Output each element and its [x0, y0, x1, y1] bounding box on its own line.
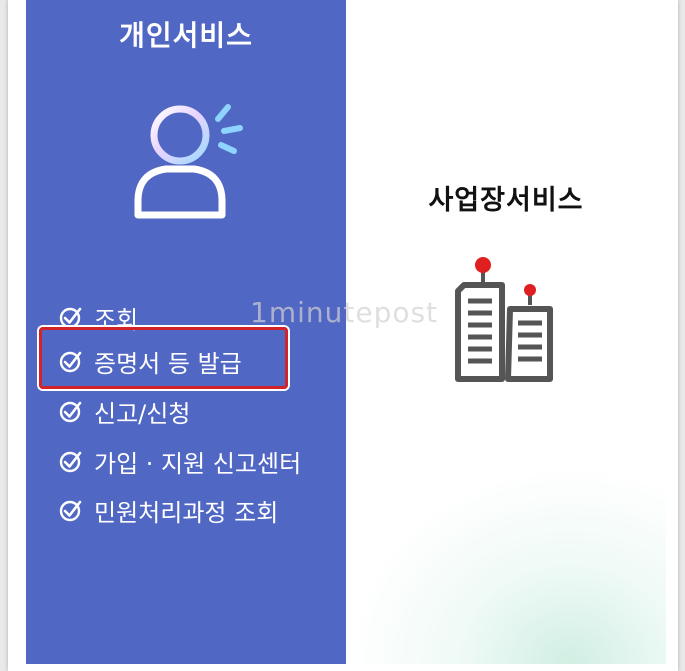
menu-item-complaint-process[interactable]: 민원처리과정 조회 — [58, 490, 278, 530]
check-circle-icon — [59, 451, 82, 473]
business-service-title: 사업장서비스 — [428, 185, 584, 216]
menu-item-label: 민원처리과정 조회 — [94, 498, 279, 527]
menu-item-report-apply[interactable]: 신고/신청 — [58, 391, 190, 431]
check-circle-icon — [59, 401, 82, 423]
highlight-box — [39, 327, 288, 389]
person-icon — [134, 104, 243, 219]
menu-item-label: 신고/신청 — [94, 399, 191, 428]
personal-service-title: 개인서비스 — [119, 19, 253, 52]
menu-item-label: 가입 · 지원 신고센터 — [94, 449, 302, 478]
menu-item-join-support-center[interactable]: 가입 · 지원 신고센터 — [58, 441, 301, 481]
check-circle-icon — [59, 500, 82, 522]
business-service-panel[interactable]: 사업장서비스 — [346, 0, 666, 664]
building-icon — [455, 257, 553, 382]
background-glow — [346, 464, 666, 664]
